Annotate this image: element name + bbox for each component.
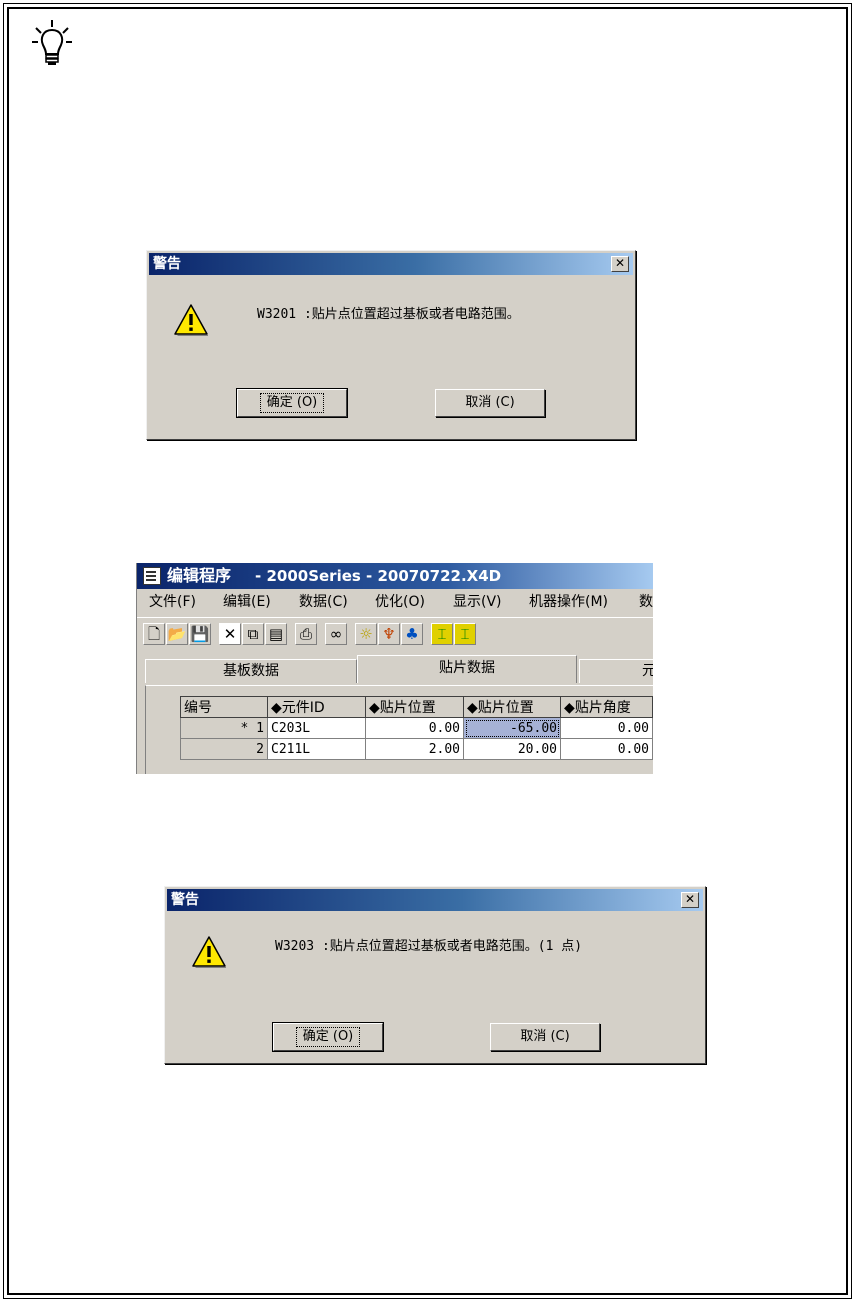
menu-more[interactable]: 数 [639,590,653,614]
ok-button[interactable]: 确定 (O) [272,1022,384,1052]
app-icon [143,567,161,585]
board-icon-2[interactable]: ⌶ [454,623,476,645]
paste-icon[interactable]: ▤ [265,623,287,645]
window-titlebar: 编辑程序 - 2000Series - 20070722.X4D [137,563,653,589]
warning-dialog-2: 警告 ✕ W3203 :贴片点位置超过基板或者电路范围。(1 点) 确定 (O)… [164,886,706,1064]
warning-message: W3203 :贴片点位置超过基板或者电路范围。(1 点) [275,939,583,954]
cell-angle[interactable]: 0.00 [560,738,653,760]
menu-machine[interactable]: 机器操作(M) [529,590,608,614]
cut-icon[interactable]: ✕ [219,623,241,645]
warning-icon [192,936,226,968]
cell-component-id[interactable]: C211L [267,738,366,760]
edit-program-window: 编辑程序 - 2000Series - 20070722.X4D 文件(F) 编… [136,563,653,774]
lightbulb-tool-icon[interactable]: ☼ [355,623,377,645]
col-header-no[interactable]: 编号 [180,696,268,718]
table-row: 2 C211L 2.00 20.00 0.00 [180,738,653,760]
menu-bar: 文件(F) 编辑(E) 数据(C) 优化(O) 显示(V) 机器操作(M) 数 [137,590,653,614]
menu-edit[interactable]: 编辑(E) [223,590,271,614]
col-header-position-y[interactable]: ◆贴片位置 [463,696,561,718]
cell-position-x[interactable]: 0.00 [365,717,464,739]
cell-component-id[interactable]: C203L [267,717,366,739]
board-icon-1[interactable]: ⌶ [431,623,453,645]
table-header-row: 编号 ◆元件ID ◆贴片位置 ◆贴片位置 ◆贴片角度 [180,696,653,718]
ok-button[interactable]: 确定 (O) [236,388,348,418]
tab-placement-data[interactable]: 贴片数据 [357,655,577,683]
cell-angle[interactable]: 0.00 [560,717,653,739]
copy-icon[interactable]: ⧉ [242,623,264,645]
cell-position-y[interactable]: 20.00 [463,738,561,760]
placement-table: 编号 ◆元件ID ◆贴片位置 ◆贴片位置 ◆贴片角度 * 1 C203L 0.0… [180,696,653,760]
tree-icon[interactable]: ♆ [378,623,400,645]
ok-button-label: 确定 (O) [259,393,325,413]
ok-button-label: 确定 (O) [295,1027,361,1047]
dialog-title: 警告 [167,889,703,911]
cell-position-y-selected[interactable]: -65.00 [463,717,561,739]
table-row: * 1 C203L 0.00 -65.00 0.00 [180,717,653,739]
window-title: 编辑程序 [167,566,232,585]
col-header-position-x[interactable]: ◆贴片位置 [365,696,464,718]
print-icon[interactable]: ⎙ [295,623,317,645]
col-header-angle[interactable]: ◆贴片角度 [560,696,653,718]
tab-board-data[interactable]: 基板数据 [145,659,357,683]
warning-dialog-1: 警告 ✕ W3201 :贴片点位置超过基板或者电路范围。 确定 (O) 取消 (… [146,250,636,440]
new-file-icon[interactable]: 🗋 [143,623,165,645]
toolbar: 🗋 📂 💾 ✕ ⧉ ▤ ⎙ ∞ ☼ ♆ ♣ ⌶ ⌶ [137,617,653,650]
row-number[interactable]: 2 [180,738,268,760]
save-icon[interactable]: 💾 [189,623,211,645]
cancel-button[interactable]: 取消 (C) [490,1023,600,1051]
open-folder-icon[interactable]: 📂 [166,623,188,645]
placement-grid-area: 编号 ◆元件ID ◆贴片位置 ◆贴片位置 ◆贴片角度 * 1 C203L 0.0… [145,685,653,774]
menu-view[interactable]: 显示(V) [453,590,502,614]
component-icon[interactable]: ♣ [401,623,423,645]
tab-component[interactable]: 元 [579,659,653,683]
dialog-title: 警告 [149,253,633,275]
tab-strip: 基板数据 贴片数据 元 [137,655,653,685]
lightbulb-icon [32,20,72,65]
cancel-button[interactable]: 取消 (C) [435,389,545,417]
warning-message: W3201 :贴片点位置超过基板或者电路范围。 [257,307,520,322]
close-button[interactable]: ✕ [611,256,629,272]
row-number[interactable]: * 1 [180,717,268,739]
close-button[interactable]: ✕ [681,892,699,908]
col-header-component-id[interactable]: ◆元件ID [267,696,366,718]
menu-optimize[interactable]: 优化(O) [375,590,425,614]
window-subtitle: - 2000Series - 20070722.X4D [255,567,502,585]
warning-icon [174,304,208,336]
menu-file[interactable]: 文件(F) [149,590,196,614]
find-icon[interactable]: ∞ [325,623,347,645]
menu-data[interactable]: 数据(C) [299,590,348,614]
cell-position-x[interactable]: 2.00 [365,738,464,760]
